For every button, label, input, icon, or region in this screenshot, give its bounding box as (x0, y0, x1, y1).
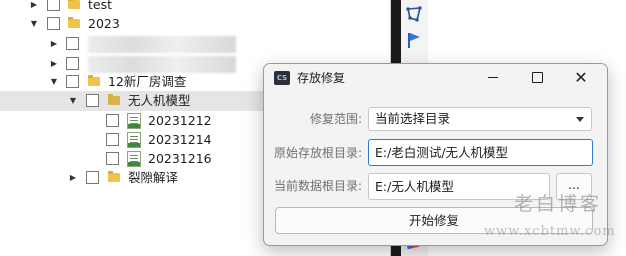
tree-checkbox[interactable] (66, 37, 79, 50)
chevron-right-icon[interactable]: ▶ (67, 168, 79, 188)
redacted-label (88, 56, 236, 73)
app-icon: CS (274, 71, 290, 85)
tree-item-label: test (88, 0, 113, 12)
model-file-icon (127, 113, 141, 129)
watermark-text: 老白博客 (514, 193, 603, 215)
close-button[interactable]: ✕ (559, 64, 603, 92)
tree-checkbox[interactable] (47, 0, 60, 11)
maximize-button[interactable] (515, 64, 559, 92)
tree-row-2023[interactable]: ▼ 2023 (0, 14, 388, 34)
polygon-icon[interactable] (405, 5, 423, 23)
chevron-right-icon[interactable]: ▶ (48, 54, 60, 74)
minimize-button[interactable] (471, 64, 515, 92)
tree-item-label: 20231216 (148, 151, 212, 166)
chevron-right-icon[interactable]: ▶ (28, 0, 40, 15)
folder-icon (88, 75, 100, 86)
chevron-right-icon[interactable]: ▶ (48, 34, 60, 54)
folder-open-icon (108, 94, 120, 105)
chevron-down-icon[interactable]: ▼ (48, 72, 60, 92)
redacted-label (88, 36, 236, 53)
tree-row-redacted-1[interactable]: ▶ (0, 34, 388, 54)
tree-item-label: 2023 (88, 16, 120, 31)
scope-selected-value: 当前选择目录 (375, 111, 451, 126)
restore-storage-dialog: CS 存放修复 ✕ 修复范围: 当前选择目录 原始存放根目录: E:/老白测试/… (263, 63, 608, 246)
original-root-label: 原始存放根目录: (273, 146, 362, 160)
watermark-url: www.xcbtmw.com (484, 224, 616, 239)
flag-icon[interactable] (405, 31, 423, 49)
tree-item-label: 裂隙解译 (128, 170, 179, 185)
folder-icon (68, 17, 80, 28)
minimize-icon (488, 77, 498, 78)
tree-item-label: 20231214 (148, 132, 212, 147)
current-root-label: 当前数据根目录: (273, 179, 362, 193)
tree-checkbox[interactable] (66, 57, 79, 70)
dialog-titlebar[interactable]: CS 存放修复 ✕ (264, 64, 607, 92)
chevron-down-icon (576, 117, 584, 122)
tree-checkbox[interactable] (106, 133, 119, 146)
model-file-icon (127, 151, 141, 167)
close-icon: ✕ (574, 68, 588, 87)
folder-icon (108, 171, 120, 182)
tree-item-label: 无人机模型 (128, 93, 191, 108)
tree-row-test[interactable]: ▶ test (0, 0, 388, 15)
tree-item-label: 12新厂房调查 (108, 74, 187, 89)
tree-item-label: 20231212 (148, 113, 212, 128)
chevron-down-icon[interactable]: ▼ (28, 14, 40, 34)
scope-dropdown[interactable]: 当前选择目录 (368, 107, 592, 131)
chevron-down-icon[interactable]: ▼ (67, 91, 79, 111)
dialog-title: 存放修复 (297, 71, 346, 85)
tree-checkbox[interactable] (86, 94, 99, 107)
maximize-icon (531, 72, 543, 83)
model-file-icon (127, 132, 141, 148)
original-root-input[interactable]: E:/老白测试/无人机模型 (368, 139, 593, 166)
folder-icon (68, 0, 80, 9)
tree-checkbox[interactable] (86, 171, 99, 184)
tree-checkbox[interactable] (106, 152, 119, 165)
scope-label: 修复范围: (309, 112, 362, 126)
tree-checkbox[interactable] (66, 75, 79, 88)
tree-checkbox[interactable] (106, 114, 119, 127)
tree-checkbox[interactable] (47, 17, 60, 30)
